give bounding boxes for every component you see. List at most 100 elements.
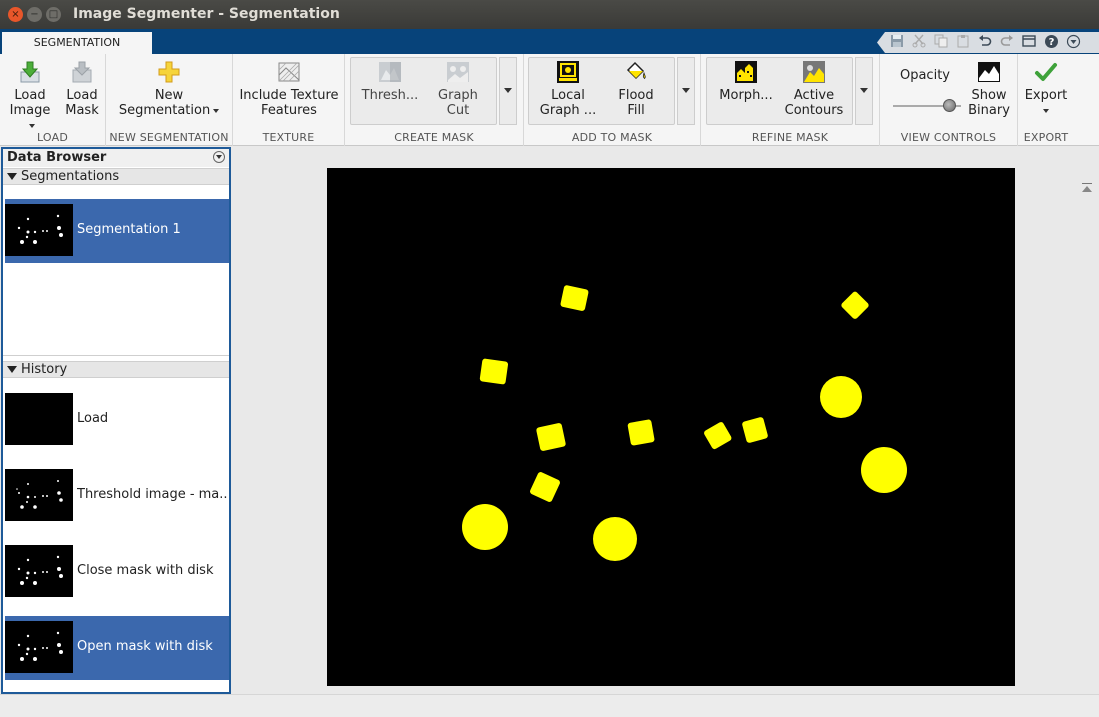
local-graph-cut-button[interactable]: Local Graph ... <box>533 60 603 118</box>
history-list: Load Threshold image - ma... Close mask … <box>3 379 229 692</box>
new-segmentation-label-2: Segmentation <box>110 103 228 118</box>
mask-blob <box>479 358 509 385</box>
load-mask-button[interactable]: Load Mask <box>58 60 106 118</box>
section-export: Export EXPORT <box>1018 54 1074 146</box>
window-title: Image Segmenter - Segmentation <box>73 6 340 22</box>
active-contours-icon <box>802 60 826 84</box>
section-label-texture: TEXTURE <box>262 131 315 144</box>
show-binary-label-2: Binary <box>968 103 1010 118</box>
graph-cut-button[interactable]: Graph Cut <box>427 60 489 118</box>
refine-mask-expand-button[interactable] <box>855 57 873 125</box>
collapse-triangle-icon <box>7 173 17 180</box>
mask-blob <box>530 472 560 502</box>
minimize-window-button[interactable]: − <box>27 7 42 22</box>
load-image-label: Load <box>14 88 46 103</box>
copy-icon[interactable] <box>933 34 949 50</box>
history-thumbnail <box>5 469 73 521</box>
export-button[interactable]: Export <box>1020 60 1072 118</box>
graph-cut-label-2: Cut <box>446 103 470 118</box>
section-new-segmentation: New Segmentation NEW SEGMENTATION <box>106 54 233 146</box>
new-segmentation-label: New <box>154 88 184 103</box>
segmentations-list: Segmentation 1 <box>3 186 229 356</box>
active-contours-label: Active <box>793 88 835 103</box>
history-item[interactable]: Load <box>5 388 229 452</box>
history-label: Threshold image - ma... <box>77 487 227 502</box>
tab-strip: SEGMENTATION ? <box>0 29 1099 54</box>
history-thumbnail <box>5 621 73 673</box>
segmentations-header-label: Segmentations <box>21 169 120 184</box>
load-mask-icon <box>70 60 94 84</box>
morphology-icon <box>734 60 758 84</box>
save-icon[interactable] <box>889 34 905 50</box>
tab-segmentation[interactable]: SEGMENTATION <box>2 32 152 54</box>
include-texture-label: Include Texture <box>239 88 339 103</box>
texture-icon <box>277 60 301 84</box>
paint-bucket-icon <box>624 60 648 84</box>
paste-icon[interactable] <box>955 34 971 50</box>
mask-blob <box>742 417 768 443</box>
add-to-mask-expand-button[interactable] <box>677 57 695 125</box>
history-item[interactable]: Threshold image - ma... <box>5 464 229 528</box>
undo-icon[interactable] <box>977 34 993 50</box>
cut-icon[interactable] <box>911 34 927 50</box>
toolstrip: Load Image Load Mask LOAD New Segmentati… <box>0 54 1099 192</box>
menu-icon[interactable] <box>1065 34 1081 50</box>
segmentations-header[interactable]: Segmentations <box>3 168 229 185</box>
opacity-slider-thumb[interactable] <box>942 99 956 112</box>
quick-access-toolbar: ? <box>877 32 1099 53</box>
history-item[interactable]: Open mask with disk <box>5 616 229 680</box>
data-browser-header: Data Browser <box>3 149 229 167</box>
local-graph-cut-label: Local <box>551 88 585 103</box>
redo-icon[interactable] <box>999 34 1015 50</box>
include-texture-button[interactable]: Include Texture Features <box>237 60 341 118</box>
mask-blob <box>841 291 869 319</box>
window-icon[interactable] <box>1021 34 1037 50</box>
section-add-to-mask: Local Graph ... Flood Fill ADD TO MASK <box>524 54 701 146</box>
export-label: Export <box>1024 88 1068 103</box>
create-mask-expand-button[interactable] <box>499 57 517 125</box>
binary-image-icon <box>977 60 1001 84</box>
history-label: Open mask with disk <box>77 639 213 654</box>
segmentation-label: Segmentation 1 <box>77 222 181 237</box>
graph-cut-label: Graph <box>438 88 478 103</box>
load-image-label-2: Image <box>6 103 54 133</box>
threshold-button[interactable]: Thresh... <box>355 60 425 103</box>
section-label-export: EXPORT <box>1023 131 1069 144</box>
history-item[interactable]: Close mask with disk <box>5 540 229 604</box>
load-image-button[interactable]: Load Image <box>6 60 54 133</box>
history-header[interactable]: History <box>3 361 229 378</box>
section-load: Load Image Load Mask LOAD <box>0 54 106 146</box>
image-canvas[interactable] <box>327 168 1015 686</box>
history-header-label: History <box>21 362 68 377</box>
collapse-toolstrip-icon[interactable] <box>1081 182 1093 194</box>
data-browser-menu-icon[interactable] <box>213 151 225 163</box>
flood-fill-label: Flood <box>618 88 654 103</box>
graph-cut-icon <box>446 60 470 84</box>
section-label-load: LOAD <box>37 131 68 144</box>
data-browser-title: Data Browser <box>7 150 107 165</box>
flood-fill-button[interactable]: Flood Fill <box>605 60 667 118</box>
maximize-window-button[interactable]: □ <box>46 7 61 22</box>
mask-blob <box>536 423 566 451</box>
close-window-button[interactable]: × <box>8 7 23 22</box>
plus-icon <box>157 60 181 84</box>
mask-blob <box>704 422 732 450</box>
mask-blob <box>627 419 655 446</box>
section-label-add-to-mask: ADD TO MASK <box>571 131 653 144</box>
help-icon[interactable]: ? <box>1043 34 1059 50</box>
active-contours-button[interactable]: Active Contours <box>783 60 845 118</box>
status-bar <box>0 694 1099 717</box>
mask-blob <box>560 285 589 311</box>
new-segmentation-button[interactable]: New Segmentation <box>110 60 228 118</box>
section-label-refine-mask: REFINE MASK <box>751 131 829 144</box>
segmentation-item[interactable]: Segmentation 1 <box>5 199 229 263</box>
section-view-controls: Opacity Show Binary VIEW CONTROLS <box>880 54 1018 146</box>
opacity-slider[interactable] <box>893 99 961 113</box>
threshold-icon <box>378 60 402 84</box>
export-caret <box>1020 103 1072 118</box>
threshold-label: Thresh... <box>361 88 419 103</box>
show-binary-button[interactable]: Show Binary <box>962 60 1016 118</box>
svg-text:?: ? <box>1048 37 1054 48</box>
history-thumbnail <box>5 393 73 445</box>
morphology-button[interactable]: Morph... <box>711 60 781 103</box>
